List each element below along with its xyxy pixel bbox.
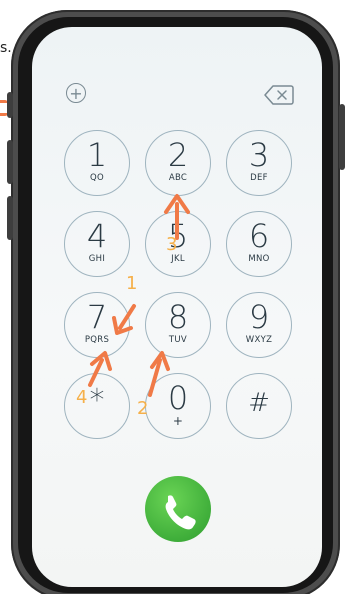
key-4[interactable]: 4 GHI <box>64 211 130 277</box>
add-contact-button[interactable]: + <box>66 83 86 103</box>
phone-handset-icon <box>165 495 196 530</box>
key-star[interactable]: * <box>64 373 130 439</box>
delete-button[interactable] <box>264 84 294 110</box>
step-number-3: 3 <box>166 234 178 255</box>
key-letters: GHI <box>88 254 106 264</box>
key-digit: 6 <box>248 217 270 255</box>
plus-circle-icon: + <box>69 84 83 103</box>
step-number-1: 1 <box>126 273 138 294</box>
mute-switch <box>7 92 13 118</box>
volume-down-button <box>7 196 13 240</box>
key-2[interactable]: 2 ABC <box>145 130 211 196</box>
key-0[interactable]: 0 + <box>145 373 211 439</box>
key-letters: + <box>172 414 184 428</box>
key-7[interactable]: 7 PQRS <box>64 292 130 358</box>
key-digit: 3 <box>248 136 270 174</box>
key-letters: PQRS <box>84 335 110 345</box>
key-letters: MNO <box>248 254 270 264</box>
volume-up-button <box>7 140 13 184</box>
key-6[interactable]: 6 MNO <box>226 211 292 277</box>
step-number-2: 2 <box>137 398 149 419</box>
key-digit: 5 <box>167 217 189 255</box>
key-letters: WXYZ <box>245 335 273 345</box>
power-button <box>339 104 345 170</box>
key-letters: ABC <box>168 173 188 183</box>
key-digit: 4 <box>86 217 108 255</box>
key-3[interactable]: 3 DEF <box>226 130 292 196</box>
step-number-4: 4 <box>76 387 88 408</box>
key-digit: # <box>248 388 270 418</box>
edge-text-fragment: s. <box>0 40 12 56</box>
key-digit: * <box>89 383 105 418</box>
key-digit: 7 <box>86 298 108 336</box>
key-9[interactable]: 9 WXYZ <box>226 292 292 358</box>
key-5[interactable]: 5 JKL <box>145 211 211 277</box>
call-button[interactable] <box>145 476 211 542</box>
backspace-icon <box>264 85 294 105</box>
stage: s. + 1 QO 2 ABC 3 DEF 4 GHI 5 JKL 6 MNO … <box>0 0 352 594</box>
key-letters: QO <box>90 173 104 183</box>
key-digit: 8 <box>167 298 189 336</box>
key-hash[interactable]: # <box>226 373 292 439</box>
dialer-screen: + 1 QO 2 ABC 3 DEF 4 GHI 5 JKL 6 MNO 7 P… <box>32 27 322 587</box>
key-1[interactable]: 1 QO <box>64 130 130 196</box>
key-digit: 9 <box>248 298 270 336</box>
key-letters: DEF <box>250 173 268 183</box>
key-digit: 0 <box>167 379 189 417</box>
key-8[interactable]: 8 TUV <box>145 292 211 358</box>
key-digit: 1 <box>86 136 108 174</box>
key-digit: 2 <box>167 136 189 174</box>
key-letters: JKL <box>171 254 185 264</box>
key-letters: TUV <box>168 335 188 345</box>
